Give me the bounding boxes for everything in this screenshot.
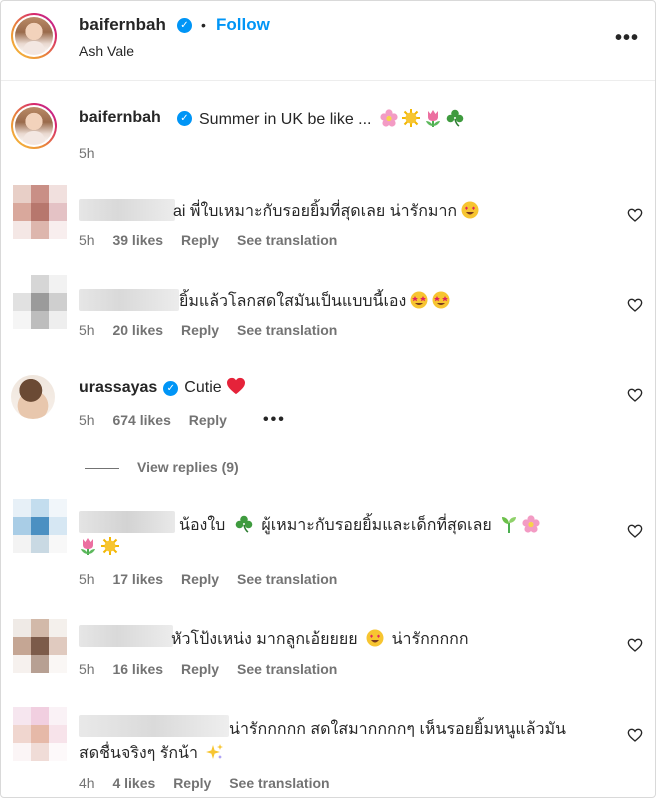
flower-emoji-icon xyxy=(380,109,398,132)
comment-time: 5h xyxy=(79,232,95,248)
see-translation-button[interactable]: See translation xyxy=(229,775,329,791)
comment-text-line2 xyxy=(79,537,119,560)
red-heart-emoji-icon xyxy=(226,377,246,400)
comment-item: ยิ้มแล้วโลกสดใสมันเป็นแบบนี้เอง 5h 20 li… xyxy=(1,275,655,359)
see-translation-button[interactable]: See translation xyxy=(237,232,337,248)
comment-time: 5h xyxy=(79,661,95,677)
comment-text: ยิ้มแล้วโลกสดใสมันเป็นแบบนี้เอง xyxy=(179,289,450,314)
like-heart-icon[interactable] xyxy=(627,523,643,539)
shamrock-emoji-icon xyxy=(235,515,253,538)
verified-badge-icon: ✓ xyxy=(163,381,179,396)
likes-count[interactable]: 20 likes xyxy=(112,322,163,338)
star-struck-emoji-icon xyxy=(432,291,450,314)
comment-text: หัวโป้งเหน่ง มากลูกเอ้ยยยย น่ารักกกกก xyxy=(171,627,469,652)
likes-count[interactable]: 4 likes xyxy=(112,775,155,791)
comment-options-icon[interactable]: ••• xyxy=(263,411,286,429)
likes-count[interactable]: 674 likes xyxy=(112,412,170,428)
caption-text: Summer in UK be like ... xyxy=(199,109,464,132)
header-username[interactable]: baifernbah xyxy=(79,15,166,35)
sun-emoji-icon xyxy=(401,109,420,132)
reply-button[interactable]: Reply xyxy=(181,232,219,248)
comment-meta: 4h 4 likes Reply See translation xyxy=(79,775,344,791)
comment-item: น้องใบ ผู้เหมาะกับรอยยิ้มและเด็กที่สุดเล… xyxy=(1,499,655,595)
like-heart-icon[interactable] xyxy=(627,387,643,403)
view-replies-button[interactable]: View replies (9) xyxy=(85,459,239,475)
comment-meta: 5h 39 likes Reply See translation xyxy=(79,232,351,248)
like-heart-icon[interactable] xyxy=(627,727,643,743)
verified-badge-icon: ✓ xyxy=(177,18,192,33)
comment-item: น่ารักกกกก สดใสมากกกกๆ เห็นรอยยิ้มหนูแล้… xyxy=(1,703,655,797)
reply-button[interactable]: Reply xyxy=(173,775,211,791)
sun-emoji-icon xyxy=(101,537,119,560)
reply-button[interactable]: Reply xyxy=(181,571,219,587)
comment-text: urassayas ✓ Cutie xyxy=(79,377,246,400)
like-heart-icon[interactable] xyxy=(627,207,643,223)
tulip-emoji-icon xyxy=(79,537,97,560)
caption-time: 5h xyxy=(79,145,95,161)
likes-count[interactable]: 17 likes xyxy=(112,571,163,587)
blurred-avatar[interactable] xyxy=(13,707,67,761)
avatar-baifernbah[interactable] xyxy=(11,13,57,59)
comment-time: 5h xyxy=(79,412,95,428)
comment-item: urassayas ✓ Cutie 5h 674 likes Reply ••• V… xyxy=(1,365,655,485)
comment-item: หัวโป้งเหน่ง มากลูกเอ้ยยยย น่ารักกกกก 5h… xyxy=(1,613,655,697)
blurred-avatar[interactable] xyxy=(13,499,67,553)
like-heart-icon[interactable] xyxy=(627,637,643,653)
like-heart-icon[interactable] xyxy=(627,297,643,313)
sparkles-emoji-icon xyxy=(205,743,224,766)
comment-text: น่ารักกกกก สดใสมากกกกๆ เห็นรอยยิ้มหนูแล้… xyxy=(229,721,566,738)
verified-badge-icon: ✓ xyxy=(177,111,192,126)
likes-count[interactable]: 16 likes xyxy=(112,661,163,677)
comment-text: ai พี่ใบเหมาะกับรอยยิ้มที่สุดเลย น่ารักม… xyxy=(173,199,479,224)
comment-text-line2: สดชื่นจริงๆ รักน้า xyxy=(79,741,224,766)
blurred-username[interactable] xyxy=(79,715,229,737)
post-header: baifernbah ✓ • Follow Ash Vale ••• xyxy=(1,1,655,81)
blurred-avatar[interactable] xyxy=(13,275,67,329)
blurred-username[interactable] xyxy=(79,511,175,533)
avatar-baifernbah-caption[interactable] xyxy=(11,103,57,149)
reply-button[interactable]: Reply xyxy=(189,412,227,428)
replies-divider-line xyxy=(85,467,119,469)
comment-username[interactable]: urassayas xyxy=(79,379,157,396)
likes-count[interactable]: 39 likes xyxy=(112,232,163,248)
see-translation-button[interactable]: See translation xyxy=(237,322,337,338)
follow-button[interactable]: Follow xyxy=(216,15,270,35)
see-translation-button[interactable]: See translation xyxy=(237,661,337,677)
comment-meta: 5h 16 likes Reply See translation xyxy=(79,661,351,677)
separator-dot: • xyxy=(201,17,206,33)
flower-emoji-icon xyxy=(522,515,540,538)
more-options-icon[interactable]: ••• xyxy=(615,27,639,50)
seedling-emoji-icon xyxy=(500,515,518,538)
blurred-username[interactable] xyxy=(79,289,179,311)
avatar-urassayas[interactable] xyxy=(11,375,55,419)
location-link[interactable]: Ash Vale xyxy=(79,43,134,59)
comment-time: 5h xyxy=(79,322,95,338)
comment-time: 5h xyxy=(79,571,95,587)
heart-eyes-emoji-icon xyxy=(461,201,479,224)
blurred-avatar[interactable] xyxy=(13,185,67,239)
caption-username[interactable]: baifernbah xyxy=(79,109,161,127)
reply-button[interactable]: Reply xyxy=(181,661,219,677)
blurred-username[interactable] xyxy=(79,199,175,221)
heart-eyes-emoji-icon xyxy=(366,629,384,652)
blurred-username[interactable] xyxy=(79,625,173,647)
comment-item: ai พี่ใบเหมาะกับรอยยิ้มที่สุดเลย น่ารักม… xyxy=(1,185,655,269)
comment-text: น้องใบ ผู้เหมาะกับรอยยิ้มและเด็กที่สุดเล… xyxy=(179,513,540,538)
tulip-emoji-icon xyxy=(424,109,442,132)
see-translation-button[interactable]: See translation xyxy=(237,571,337,587)
comment-time: 4h xyxy=(79,775,95,791)
instagram-post-panel: baifernbah ✓ • Follow Ash Vale ••• baife… xyxy=(0,0,656,798)
comment-meta: 5h 20 likes Reply See translation xyxy=(79,322,351,338)
shamrock-emoji-icon xyxy=(446,109,464,132)
blurred-avatar[interactable] xyxy=(13,619,67,673)
reply-button[interactable]: Reply xyxy=(181,322,219,338)
star-struck-emoji-icon xyxy=(410,291,428,314)
comment-meta: 5h 674 likes Reply xyxy=(79,412,241,428)
comment-meta: 5h 17 likes Reply See translation xyxy=(79,571,351,587)
